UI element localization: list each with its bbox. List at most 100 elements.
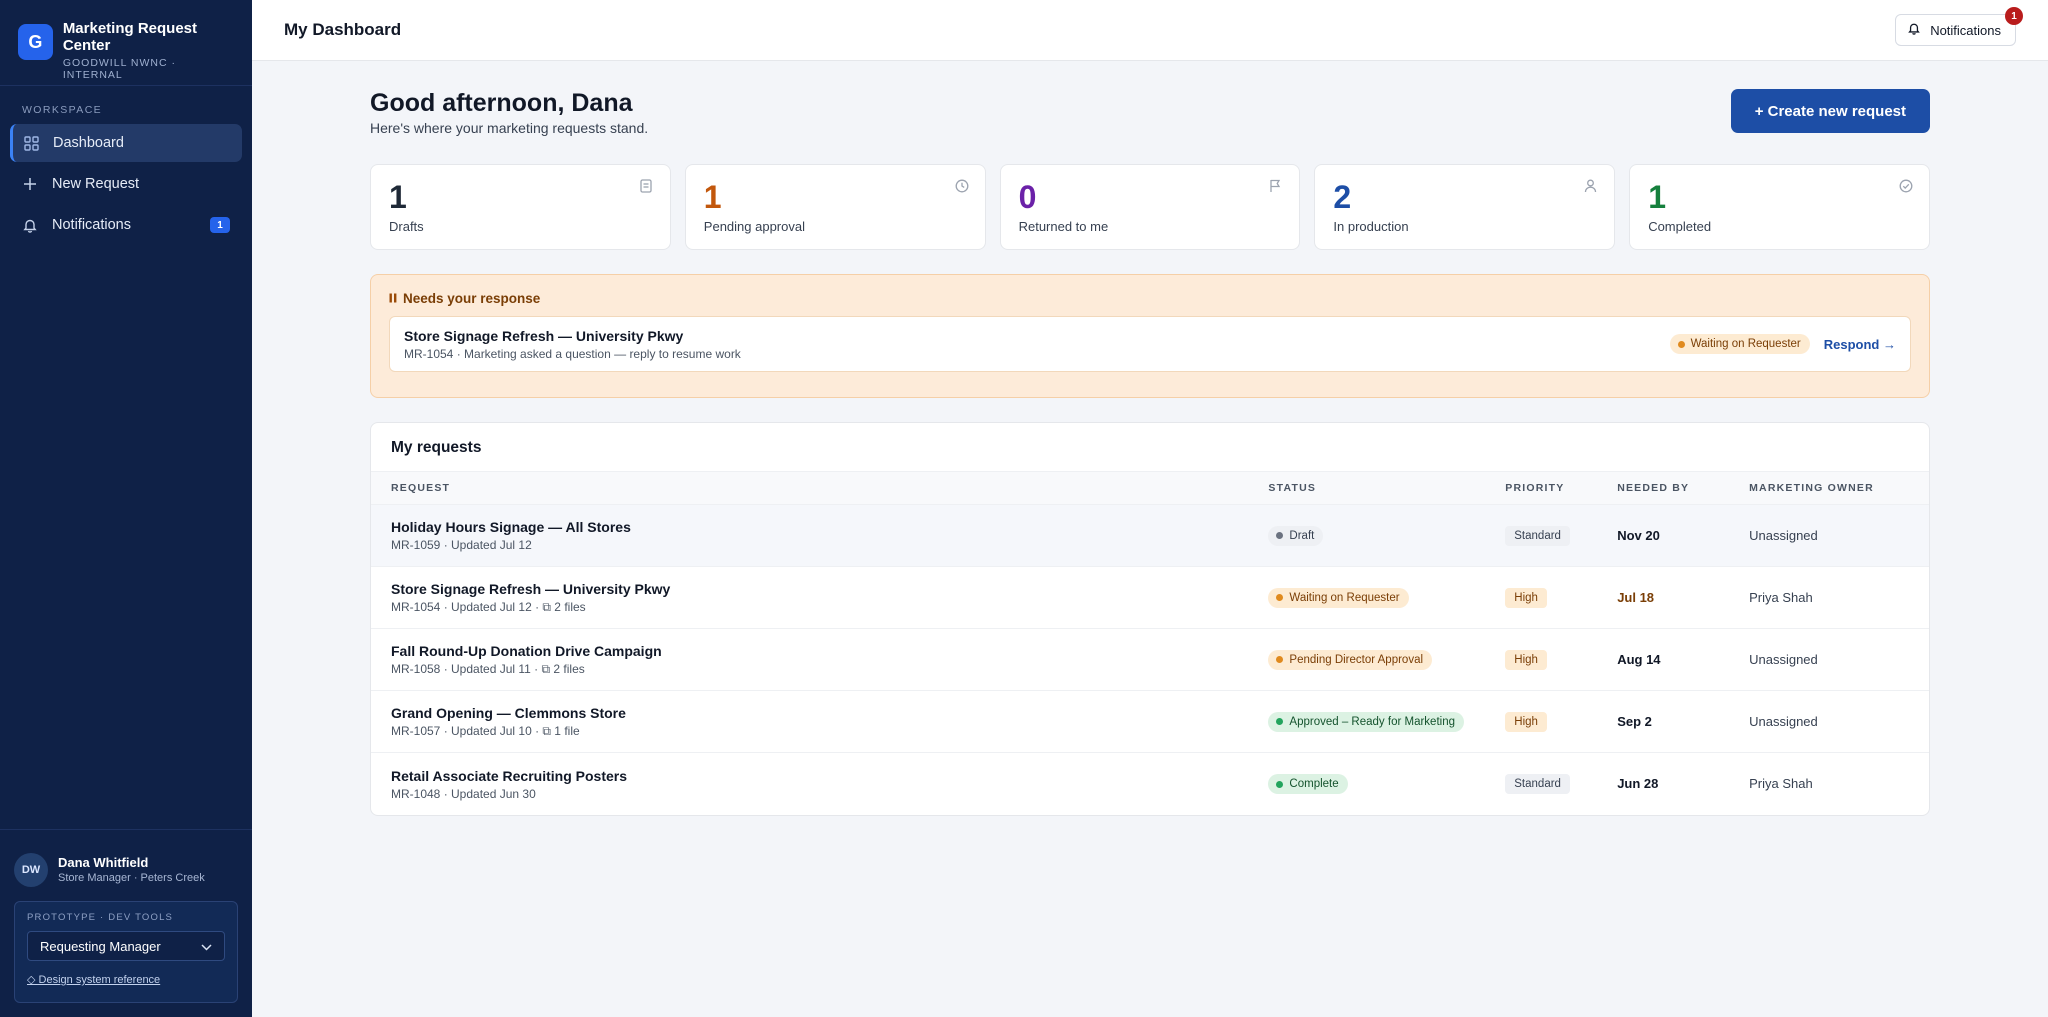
- table-row[interactable]: Fall Round-Up Donation Drive Campaign MR-…: [371, 629, 1929, 691]
- column-header-priority[interactable]: PRIORITY: [1505, 482, 1617, 494]
- workspace-label: WORKSPACE: [22, 104, 103, 116]
- sidebar-item-new-request[interactable]: New Request: [10, 165, 242, 203]
- notifications-badge: 1: [210, 217, 230, 233]
- request-meta: MR-1059 · Updated Jul 12: [391, 538, 532, 552]
- sidebar-item-label: New Request: [52, 176, 140, 192]
- stat-label: Completed: [1648, 219, 1712, 234]
- table-row[interactable]: Grand Opening — Clemmons Store MR-1057 · …: [371, 691, 1929, 753]
- column-header-needed-by[interactable]: NEEDED BY: [1617, 482, 1749, 494]
- request-title: Grand Opening — Clemmons Store: [391, 704, 626, 721]
- stat-label: In production: [1333, 219, 1409, 234]
- table-row[interactable]: Holiday Hours Signage — All Stores MR-105…: [371, 505, 1929, 567]
- plus-icon: [22, 176, 38, 192]
- status-badge-label: Complete: [1289, 778, 1339, 790]
- greeting-subtitle: Here's where your marketing requests sta…: [370, 120, 649, 136]
- priority-badge: High: [1505, 587, 1547, 608]
- column-header-status[interactable]: STATUS: [1268, 482, 1505, 494]
- needed-by: Sep 2: [1617, 713, 1652, 729]
- request-title: Holiday Hours Signage — All Stores: [391, 519, 631, 535]
- design-system-link[interactable]: ◇ Design system reference: [27, 973, 225, 986]
- sidebar-item-label: Notifications: [52, 217, 131, 233]
- top-bar: My Dashboard Notifications 1: [252, 0, 2048, 61]
- user-name: Dana Whitfield: [58, 855, 149, 870]
- status-badge: Complete: [1268, 774, 1348, 794]
- role-select[interactable]: Requesting Manager: [27, 931, 225, 961]
- flag-icon: [1269, 179, 1283, 193]
- status-badge: Pending Director Approval: [1268, 649, 1433, 670]
- request-title: Fall Round-Up Donation Drive Campaign: [391, 642, 662, 659]
- status-badge-label: Pending Director Approval: [1289, 653, 1424, 666]
- stat-value: 2: [1333, 179, 1352, 215]
- stat-card-returned[interactable]: 0 Returned to me: [999, 164, 1301, 250]
- sidebar-item-label: Dashboard: [53, 135, 124, 151]
- table-row[interactable]: Retail Associate Recruiting Posters MR-10…: [371, 753, 1929, 815]
- main-content: Good afternoon, Dana Here's where your m…: [370, 61, 1930, 816]
- request-meta: MR-1058 · Updated Jul 11 · ⧉ 2 files: [391, 661, 585, 676]
- bell-icon: [22, 217, 38, 233]
- request-title: Retail Associate Recruiting Posters: [391, 767, 628, 784]
- needed-by: Aug 14: [1617, 651, 1661, 667]
- needs-item-subtitle: MR-1054 · Marketing asked a question — r…: [404, 346, 741, 361]
- marketing-owner: Unassigned: [1749, 713, 1818, 729]
- marketing-owner: Priya Shah: [1749, 589, 1813, 605]
- stat-card-completed[interactable]: 1 Completed: [1629, 164, 1930, 250]
- status-badge: Waiting on Requester: [1669, 334, 1810, 354]
- sidebar: G Marketing Request Center GOODWILL NWNC…: [0, 0, 252, 1017]
- marketing-owner: Unassigned: [1749, 651, 1818, 667]
- my-requests-title: My requests: [391, 439, 482, 456]
- dev-tools-label: PROTOTYPE · DEV TOOLS: [27, 912, 174, 923]
- status-badge-label: Approved – Ready for Marketing: [1289, 715, 1455, 728]
- notifications-label: Notifications: [1930, 22, 2001, 38]
- table-header: REQUEST STATUS PRIORITY NEEDED BY MARKET…: [371, 471, 1929, 505]
- brand-title: Marketing Request Center: [62, 20, 198, 54]
- status-badge: Waiting on Requester: [1268, 587, 1409, 608]
- avatar: DW: [14, 852, 48, 887]
- request-meta: MR-1054 · Updated Jul 12 · ⧉ 2 files: [391, 599, 586, 614]
- stats-row: 1 Drafts 1 Pending approval 0 Returned t…: [370, 164, 1930, 250]
- document-icon: [640, 179, 654, 193]
- notifications-button[interactable]: Notifications 1: [1895, 7, 2023, 46]
- needed-by: Jun 28: [1617, 776, 1659, 791]
- priority-badge: High: [1505, 649, 1547, 670]
- bell-icon: [1908, 22, 1920, 38]
- status-badge: Draft: [1268, 525, 1324, 546]
- dev-tools-panel: PROTOTYPE · DEV TOOLS Requesting Manager…: [14, 901, 238, 1003]
- brand-subtitle: GOODWILL NWNC · INTERNAL: [62, 57, 177, 81]
- column-header-request[interactable]: REQUEST: [371, 482, 1268, 494]
- status-badge-label: Waiting on Requester: [1690, 338, 1801, 350]
- sidebar-nav: Dashboard New Request Notifications 1: [0, 124, 252, 244]
- request-meta: MR-1048 · Updated Jun 30: [391, 786, 536, 801]
- needs-response-panel: Needs your response Store Signage Refres…: [370, 274, 1930, 398]
- stat-card-drafts[interactable]: 1 Drafts: [370, 164, 671, 250]
- priority-badge: High: [1505, 711, 1547, 732]
- marketing-owner: Unassigned: [1749, 527, 1818, 543]
- stat-value: 1: [703, 179, 722, 215]
- table-row[interactable]: Store Signage Refresh — University Pkwy M…: [371, 567, 1929, 629]
- notifications-count-badge: 1: [2005, 7, 2023, 25]
- create-request-button[interactable]: + Create new request: [1730, 89, 1930, 133]
- role-select-value: Requesting Manager: [40, 938, 161, 954]
- pause-icon: [389, 291, 397, 306]
- brand[interactable]: G Marketing Request Center GOODWILL NWNC…: [0, 0, 252, 86]
- sidebar-item-notifications[interactable]: Notifications 1: [10, 206, 242, 244]
- user-profile[interactable]: DW Dana Whitfield Store Manager · Peters…: [0, 829, 252, 893]
- needs-response-item[interactable]: Store Signage Refresh — University Pkwy …: [389, 316, 1911, 372]
- stat-card-in-production[interactable]: 2 In production: [1314, 164, 1616, 250]
- stat-label: Drafts: [389, 219, 424, 234]
- stat-value: 1: [389, 179, 407, 215]
- sidebar-item-dashboard[interactable]: Dashboard: [10, 124, 242, 162]
- respond-link[interactable]: Respond →: [1824, 337, 1896, 352]
- stat-label: Returned to me: [1018, 219, 1109, 234]
- request-title: Store Signage Refresh — University Pkwy: [391, 580, 671, 597]
- grid-icon: [23, 135, 39, 151]
- priority-badge: Standard: [1505, 525, 1570, 546]
- stat-label: Pending approval: [703, 219, 805, 234]
- stat-value: 0: [1018, 179, 1037, 215]
- person-icon: [1584, 179, 1598, 193]
- stat-card-pending-approval[interactable]: 1 Pending approval: [684, 164, 986, 250]
- marketing-owner: Priya Shah: [1749, 776, 1813, 791]
- stat-value: 1: [1648, 179, 1666, 215]
- column-header-owner[interactable]: MARKETING OWNER: [1749, 482, 1929, 494]
- page-title: My Dashboard: [284, 20, 402, 39]
- status-badge-label: Draft: [1289, 529, 1315, 542]
